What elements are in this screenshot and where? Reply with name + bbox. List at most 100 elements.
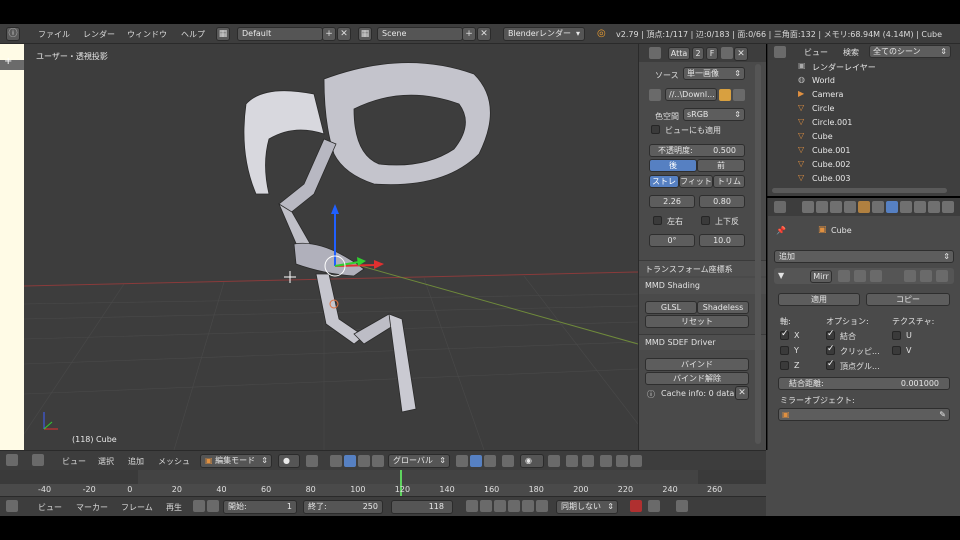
pivot-icon[interactable]: [306, 455, 318, 467]
snap-target-icon[interactable]: [566, 455, 578, 467]
depth-back-button[interactable]: 後: [649, 159, 697, 172]
edge-select-icon[interactable]: [470, 455, 482, 467]
3d-viewport[interactable]: ユーザー・透視投影 (118) Cube: [24, 44, 638, 450]
pin-icon[interactable]: 📌: [776, 226, 786, 235]
scene-tab-icon[interactable]: [830, 201, 842, 213]
add-modifier-select[interactable]: 追加 ⇕: [774, 250, 954, 263]
constraints-tab-icon[interactable]: [872, 201, 884, 213]
realtime-toggle-icon[interactable]: [854, 270, 866, 282]
outliner-scrollbar[interactable]: [772, 188, 947, 193]
source-select[interactable]: 単一画像 ⇕: [683, 67, 745, 80]
collapse-icon[interactable]: ▼: [778, 271, 784, 280]
vertex-groups-checkbox[interactable]: [826, 359, 835, 370]
object-tab-icon[interactable]: [858, 201, 870, 213]
world-tab-icon[interactable]: [844, 201, 856, 213]
menu-select[interactable]: 選択: [98, 456, 114, 467]
axis-x-checkbox[interactable]: [780, 329, 789, 340]
move-down-icon[interactable]: [920, 270, 932, 282]
menu-marker[interactable]: マーカー: [76, 502, 108, 513]
vertex-select-icon[interactable]: [456, 455, 468, 467]
orientation-select[interactable]: グローバル ⇕: [388, 454, 450, 468]
physics-tab-icon[interactable]: [942, 201, 954, 213]
depth-front-button[interactable]: 前: [697, 159, 745, 172]
fit-stretch-button[interactable]: ストレ: [649, 175, 679, 188]
mirror-object-field[interactable]: ▣ ✎: [778, 408, 950, 421]
copy-button[interactable]: コピー: [866, 293, 950, 306]
material-tab-icon[interactable]: [914, 201, 926, 213]
render-engine-select[interactable]: Blenderレンダー ▾: [503, 27, 585, 41]
move-up-icon[interactable]: [904, 270, 916, 282]
manipulator-icon[interactable]: [330, 455, 342, 467]
image-icon[interactable]: [649, 47, 661, 59]
texture-tab-icon[interactable]: [928, 201, 940, 213]
outliner-item-cube[interactable]: Cube ▽: [768, 130, 960, 144]
transform-panel-header[interactable]: トランスフォーム座標系: [639, 260, 766, 276]
layers-tab-icon[interactable]: [816, 201, 828, 213]
bind-button[interactable]: バインド: [645, 358, 749, 371]
fit-fit-button[interactable]: フィット: [679, 175, 713, 188]
file-path-field[interactable]: //..\Downl...: [665, 88, 717, 101]
rotate-icon[interactable]: [358, 455, 370, 467]
menu-mesh[interactable]: メッシュ: [158, 456, 190, 467]
outliner-item-world[interactable]: World ◍: [768, 74, 960, 88]
menu-file[interactable]: ファイル: [38, 29, 70, 40]
opacity-slider[interactable]: 不透明度: 0.500: [649, 144, 745, 157]
eyedropper-icon[interactable]: ✎: [939, 409, 946, 420]
play-icon[interactable]: [508, 500, 520, 512]
tab-f[interactable]: F: [706, 47, 718, 60]
merge-limit-field[interactable]: 結合距離: 0.001000: [778, 377, 950, 390]
menu-add[interactable]: 追加: [128, 456, 144, 467]
expand-plus-icon[interactable]: +: [4, 56, 12, 67]
editor-type-icon[interactable]: [6, 500, 18, 512]
view-as-render-checkbox[interactable]: [651, 125, 660, 134]
render-tab-icon[interactable]: [802, 201, 814, 213]
add-scene-button[interactable]: +: [462, 27, 476, 41]
menu-view[interactable]: ビュー: [62, 456, 86, 467]
add-layout-button[interactable]: +: [322, 27, 336, 41]
reset-button[interactable]: リセット: [645, 315, 749, 328]
image-browse-icon[interactable]: [649, 89, 661, 101]
scale-icon[interactable]: [372, 455, 384, 467]
scene-icon[interactable]: ▦: [358, 27, 372, 41]
editor-type-icon[interactable]: [774, 201, 786, 213]
play-reverse-icon[interactable]: [494, 500, 506, 512]
remove-scene-button[interactable]: ✕: [477, 27, 491, 41]
data-tab-icon[interactable]: [900, 201, 912, 213]
clear-cache-button[interactable]: ✕: [735, 386, 749, 400]
fit-crop-button[interactable]: トリム: [713, 175, 745, 188]
outliner-item-render-layers[interactable]: レンダーレイヤー ▣: [768, 60, 960, 74]
axis-z-checkbox[interactable]: [780, 361, 789, 370]
menu-tl-view[interactable]: ビュー: [38, 502, 62, 513]
face-select-icon[interactable]: [484, 455, 496, 467]
glsl-button[interactable]: GLSL: [645, 301, 697, 314]
menu-render[interactable]: レンダー: [83, 29, 115, 40]
apply-button[interactable]: 適用: [778, 293, 860, 306]
scene-field[interactable]: Scene: [377, 27, 463, 41]
tool-shelf-strip[interactable]: +: [0, 44, 24, 450]
editor-type-icon[interactable]: [774, 46, 786, 58]
opengl-render-icon[interactable]: [616, 455, 628, 467]
remove-layout-button[interactable]: ✕: [337, 27, 351, 41]
unbind-button[interactable]: バインド解除: [645, 372, 749, 385]
tab-2[interactable]: 2: [692, 47, 704, 60]
menu-help[interactable]: ヘルプ: [181, 29, 205, 40]
tex-v-checkbox[interactable]: [892, 346, 901, 355]
layout-icon[interactable]: ▦: [216, 27, 230, 41]
outliner-item-circle[interactable]: Circle ▽: [768, 102, 960, 116]
outliner-search-menu[interactable]: 検索: [843, 47, 859, 58]
opengl-anim-icon[interactable]: [630, 455, 642, 467]
render-preview-icon[interactable]: [600, 455, 612, 467]
clipping-checkbox[interactable]: [826, 344, 835, 355]
start-frame-field[interactable]: 開始: 1: [223, 500, 297, 514]
editor-type-icon[interactable]: ⓘ: [6, 27, 20, 41]
viewport-scene[interactable]: [24, 44, 638, 450]
render-icon[interactable]: [721, 47, 733, 59]
editmode-toggle-icon[interactable]: [838, 270, 850, 282]
jump-end-icon[interactable]: [536, 500, 548, 512]
lock-icon[interactable]: [207, 500, 219, 512]
folder-icon[interactable]: [719, 89, 731, 101]
remove-modifier-icon[interactable]: [936, 270, 948, 282]
tex-u-checkbox[interactable]: [892, 331, 901, 340]
panel-scrollbar[interactable]: [755, 64, 761, 444]
jump-start-icon[interactable]: [466, 500, 478, 512]
